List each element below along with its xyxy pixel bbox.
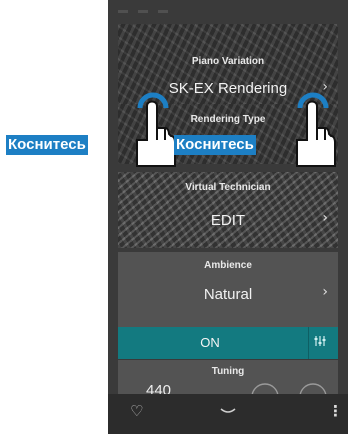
virtual-technician-panel[interactable]: Virtual Technician EDIT › bbox=[118, 172, 338, 248]
status-indicators bbox=[118, 10, 178, 13]
divider bbox=[308, 327, 309, 359]
tuning-panel: Tuning 440 bbox=[118, 360, 338, 394]
left-touch-label: Коснитесь bbox=[6, 135, 88, 155]
status-bar bbox=[108, 0, 348, 24]
tuning-increase-button[interactable] bbox=[298, 382, 328, 394]
virtual-technician-label: Virtual Technician bbox=[185, 182, 271, 193]
menu-icon[interactable]: ⋮ bbox=[328, 402, 343, 420]
right-touch-label: Коснитесь bbox=[174, 135, 256, 155]
right-touch-hint: Коснитесь bbox=[160, 90, 358, 170]
tuning-value[interactable]: 440 bbox=[146, 382, 171, 394]
chevron-right-icon[interactable]: › bbox=[322, 284, 328, 300]
chevron-right-icon[interactable]: › bbox=[322, 210, 328, 226]
tuning-label: Tuning bbox=[211, 366, 245, 377]
heart-icon[interactable]: ♡ bbox=[130, 402, 143, 420]
hand-tap-icon bbox=[296, 92, 336, 167]
ambience-value[interactable]: Natural bbox=[118, 286, 338, 303]
ambience-panel: Ambience Natural › ON bbox=[118, 252, 338, 359]
ambience-label: Ambience bbox=[204, 260, 252, 271]
bottom-bar: ♡ ⋮ bbox=[108, 394, 348, 434]
ambience-toggle[interactable]: ON bbox=[118, 327, 338, 359]
tuning-decrease-button[interactable] bbox=[250, 382, 280, 394]
piano-variation-label: Piano Variation bbox=[191, 56, 265, 67]
phone-screen: Piano Variation SK-EX Rendering › Render… bbox=[108, 0, 348, 434]
virtual-technician-edit[interactable]: EDIT bbox=[118, 212, 338, 229]
ambience-toggle-label: ON bbox=[200, 335, 220, 350]
handle-icon[interactable] bbox=[218, 402, 238, 421]
sliders-icon[interactable] bbox=[314, 335, 326, 350]
